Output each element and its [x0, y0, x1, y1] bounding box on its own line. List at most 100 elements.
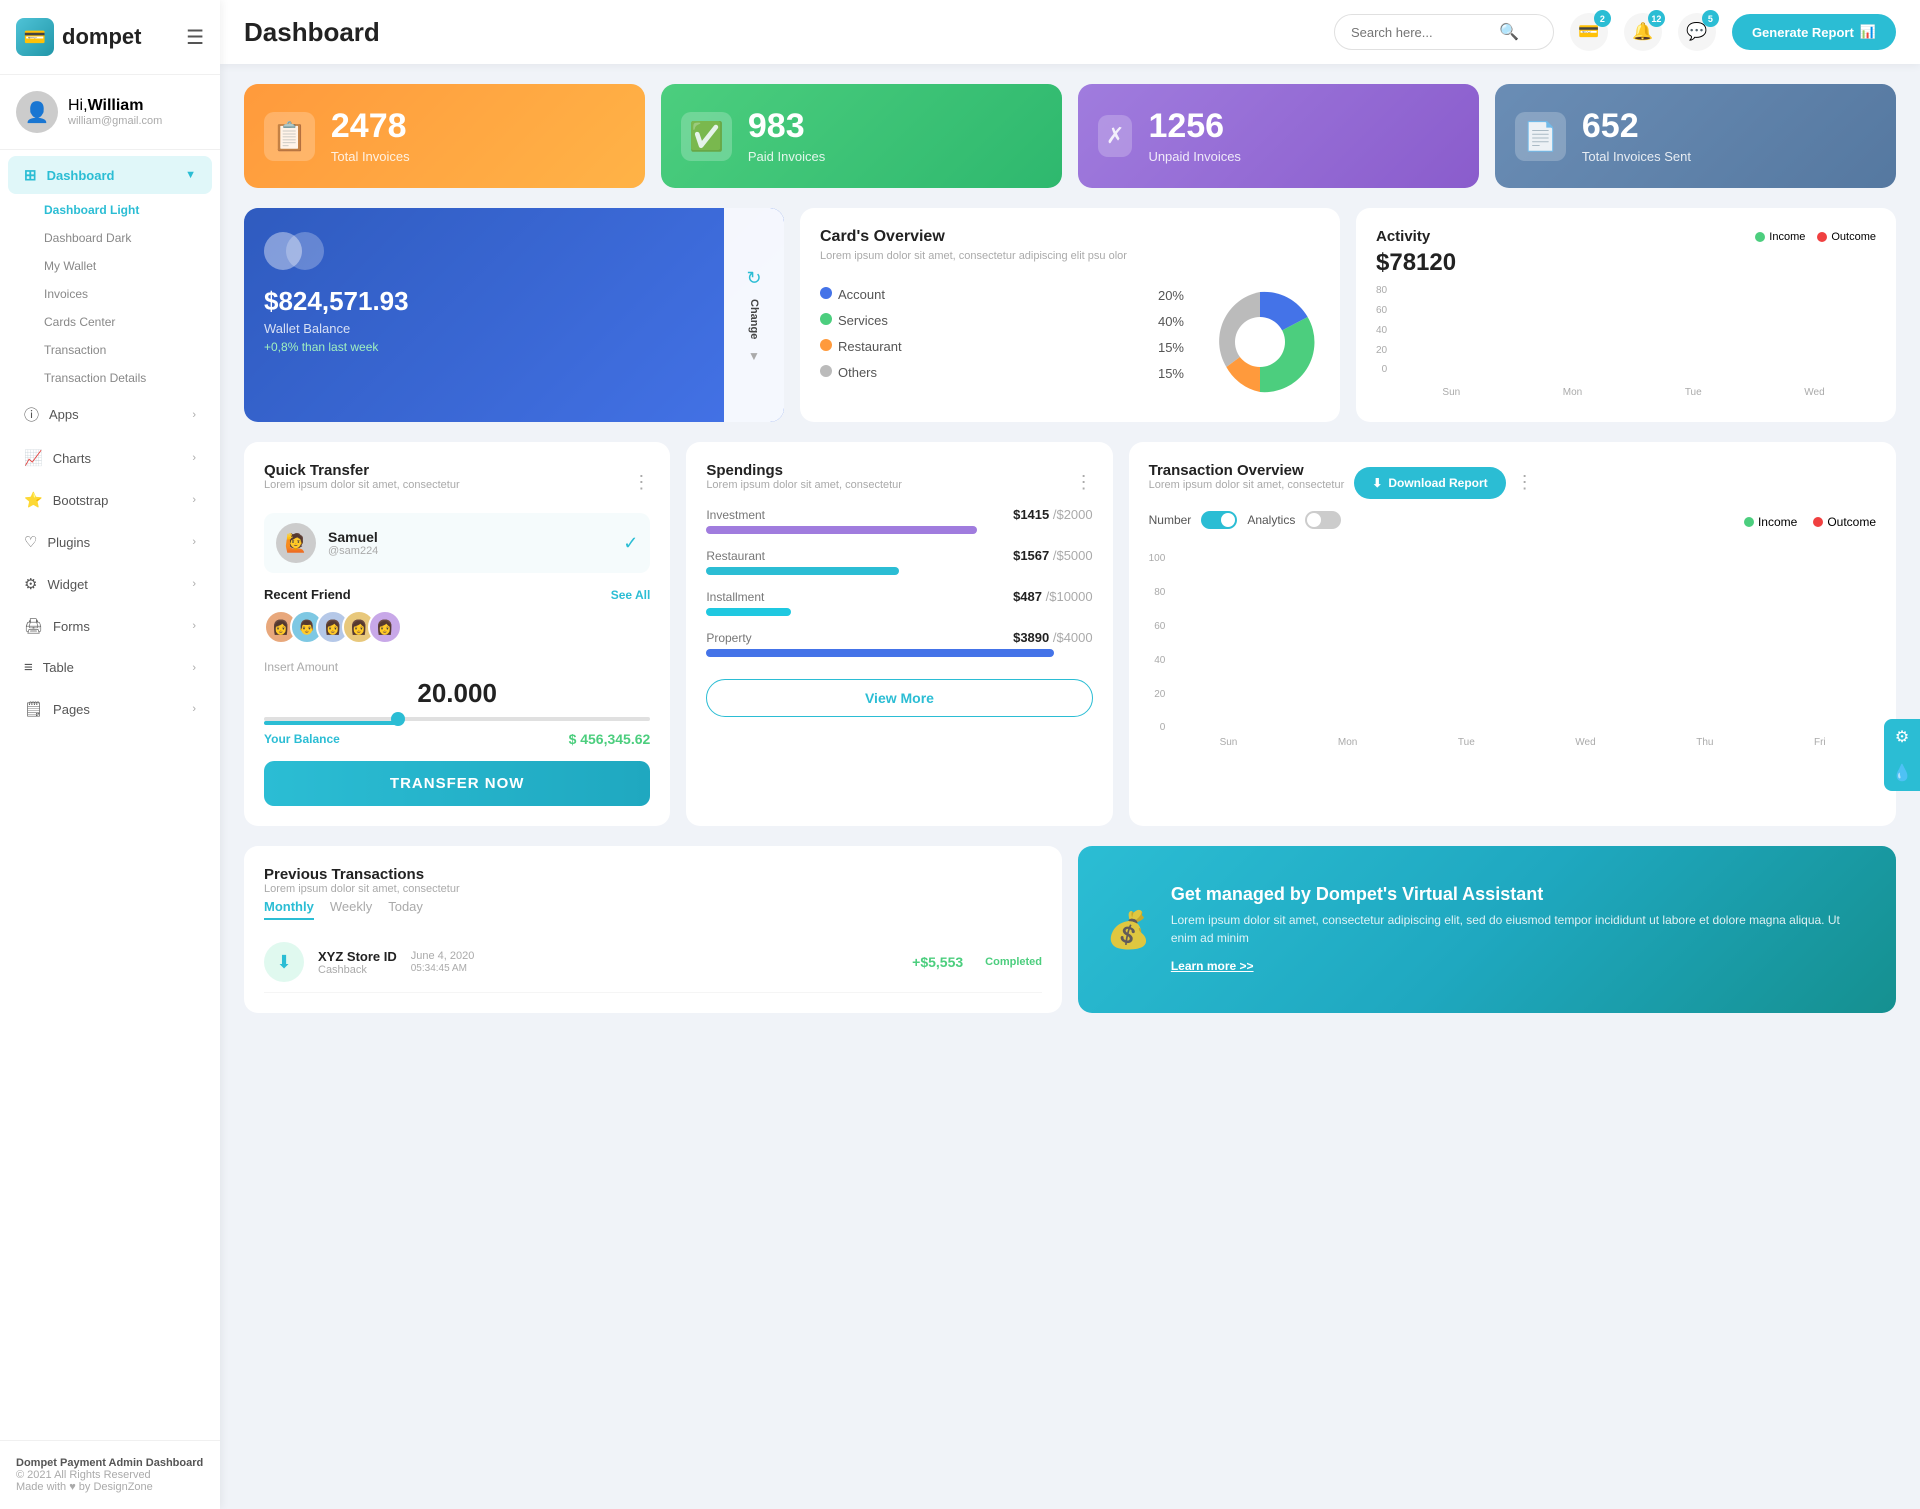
virtual-assistant-banner: 💰 Get managed by Dompet's Virtual Assist…	[1078, 846, 1896, 1013]
stat-card-unpaid-invoices: ✗ 1256 Unpaid Invoices	[1078, 84, 1479, 188]
tab-today[interactable]: Today	[388, 899, 423, 920]
water-drop-button[interactable]: 💧	[1884, 755, 1920, 791]
toggle-analytics-label: Analytics	[1247, 513, 1295, 527]
quick-transfer-title: Quick Transfer	[264, 462, 460, 479]
generate-report-button[interactable]: Generate Report 📊	[1732, 14, 1896, 50]
unpaid-invoices-num: 1256	[1148, 108, 1241, 145]
quick-transfer-menu[interactable]: ⋮	[632, 472, 650, 493]
sidebar-item-widget[interactable]: ⚙ Widget ›	[8, 565, 212, 603]
tab-monthly[interactable]: Monthly	[264, 899, 314, 920]
amount-slider[interactable]	[264, 717, 650, 725]
featured-user: 🙋 Samuel @sam224 ✓	[264, 513, 650, 573]
subnav-transaction[interactable]: Transaction	[28, 336, 220, 364]
user-greeting: Hi,William	[68, 97, 162, 115]
forms-icon: 🖨	[24, 617, 43, 635]
va-icon: 💰	[1106, 909, 1151, 951]
messages-btn[interactable]: 💬 5	[1678, 13, 1716, 51]
income-legend-label: Income	[1758, 515, 1797, 529]
transaction-overview-card: Transaction Overview Lorem ipsum dolor s…	[1129, 442, 1896, 826]
recent-friend-label: Recent Friend	[264, 587, 351, 602]
number-toggle[interactable]	[1201, 511, 1237, 529]
cards-overview-subtitle: Lorem ipsum dolor sit amet, consectetur …	[820, 250, 1320, 262]
total-invoices-label: Total Invoices	[331, 149, 410, 164]
sidebar-logo: 💳 dompet ☰	[0, 0, 220, 75]
sidebar-item-pages[interactable]: 🗒 Pages ›	[8, 690, 212, 728]
content-area: 📋 2478 Total Invoices ✅ 983 Paid Invoice…	[220, 64, 1920, 1509]
installment-bar	[706, 608, 791, 616]
unpaid-invoices-icon: ✗	[1098, 115, 1132, 157]
download-report-button[interactable]: ⬇ Download Report	[1354, 467, 1505, 499]
toggle-number-label: Number	[1149, 513, 1192, 527]
change-button[interactable]: ↻ Change ▼	[724, 208, 784, 422]
prev-txn-title: Previous Transactions	[264, 866, 460, 883]
spendings-menu[interactable]: ⋮	[1075, 472, 1093, 493]
subnav-dashboard-dark[interactable]: Dashboard Dark	[28, 224, 220, 252]
sidebar-item-label: Bootstrap	[53, 493, 109, 508]
footer-made-with: Made with ♥ by DesignZone	[16, 1481, 204, 1493]
txn-overview-menu[interactable]: ⋮	[1516, 472, 1534, 493]
view-more-button[interactable]: View More	[706, 679, 1092, 717]
total-invoices-icon: 📋	[264, 112, 315, 161]
paid-invoices-num: 983	[748, 108, 825, 145]
prev-txn-subtitle: Lorem ipsum dolor sit amet, consectetur	[264, 883, 460, 895]
see-all-link[interactable]: See All	[611, 588, 651, 602]
cards-overview-panel: Card's Overview Lorem ipsum dolor sit am…	[800, 208, 1340, 422]
notifications-btn[interactable]: 🔔 12	[1624, 13, 1662, 51]
spendings-title: Spendings	[706, 462, 902, 479]
spending-restaurant: Restaurant $1567 /$5000	[706, 548, 1092, 575]
subnav-transaction-details[interactable]: Transaction Details	[28, 364, 220, 392]
subnav-cards-center[interactable]: Cards Center	[28, 308, 220, 336]
friend-avatar-5[interactable]: 👩	[368, 610, 402, 644]
download-icon: ⬇	[1372, 476, 1382, 490]
sidebar-item-plugins[interactable]: ♡ Plugins ›	[8, 523, 212, 561]
tab-weekly[interactable]: Weekly	[330, 899, 372, 920]
logo-text: dompet	[62, 24, 141, 50]
subnav-dashboard-light[interactable]: Dashboard Light	[28, 196, 220, 224]
user-name: William	[88, 97, 144, 114]
investment-bar	[706, 526, 976, 534]
sidebar-item-bootstrap[interactable]: ⭐ Bootstrap ›	[8, 481, 212, 519]
main-content: Dashboard 🔍 💳 2 🔔 12 💬 5 Generate Report…	[220, 0, 1920, 1509]
subnav-my-wallet[interactable]: My Wallet	[28, 252, 220, 280]
sent-invoices-icon: 📄	[1515, 112, 1566, 161]
footer-brand: Dompet Payment Admin Dashboard	[16, 1457, 204, 1469]
sidebar-item-table[interactable]: ≡ Table ›	[8, 649, 212, 686]
others-dot	[820, 365, 832, 377]
income-legend-dot	[1744, 517, 1754, 527]
wallet-icon-btn[interactable]: 💳 2	[1570, 13, 1608, 51]
transfer-now-button[interactable]: TRANSFER NOW	[264, 761, 650, 806]
sidebar-item-charts[interactable]: 📈 Charts ›	[8, 439, 212, 477]
hamburger-menu[interactable]: ☰	[186, 25, 204, 50]
featured-user-name: Samuel	[328, 529, 378, 545]
footer-year: © 2021 All Rights Reserved	[16, 1469, 204, 1481]
txn-status: Completed	[985, 956, 1042, 968]
sidebar-item-label: Dashboard	[47, 168, 115, 183]
stat-card-paid-invoices: ✅ 983 Paid Invoices	[661, 84, 1062, 188]
unpaid-invoices-label: Unpaid Invoices	[1148, 149, 1241, 164]
va-learn-more-link[interactable]: Learn more >>	[1171, 959, 1254, 973]
search-input[interactable]	[1351, 25, 1491, 40]
subnav-invoices[interactable]: Invoices	[28, 280, 220, 308]
sidebar-item-dashboard[interactable]: ⊞ Dashboard ▼	[8, 156, 212, 194]
co-row-account: Account 20%	[820, 286, 1184, 304]
transfer-amount: 20.000	[264, 678, 650, 709]
chevron-right-icon: ›	[192, 662, 196, 674]
balance-value: $ 456,345.62	[569, 731, 651, 747]
pie-chart	[1200, 282, 1320, 402]
previous-transactions-card: Previous Transactions Lorem ipsum dolor …	[244, 846, 1062, 1013]
outcome-legend-label: Outcome	[1827, 515, 1876, 529]
txn-name: XYZ Store ID	[318, 949, 397, 964]
pie-center-hole	[1235, 317, 1285, 367]
user-section: 👤 Hi,William william@gmail.com	[0, 75, 220, 150]
txn-overview-title: Transaction Overview	[1149, 462, 1345, 479]
search-box: 🔍	[1334, 14, 1554, 50]
pie-chart-svg	[1200, 282, 1320, 402]
property-bar	[706, 649, 1054, 657]
txn-x-axis: Sun Mon Tue Wed Thu Fri	[1169, 737, 1876, 748]
chevron-right-icon: ›	[192, 578, 196, 590]
analytics-toggle[interactable]	[1305, 511, 1341, 529]
sidebar-item-forms[interactable]: 🖨 Forms ›	[8, 607, 212, 645]
activity-x-axis: Sun Mon Tue Wed	[1391, 387, 1876, 398]
settings-button[interactable]: ⚙	[1884, 719, 1920, 755]
sidebar-item-apps[interactable]: ⓘ Apps ›	[8, 394, 212, 435]
